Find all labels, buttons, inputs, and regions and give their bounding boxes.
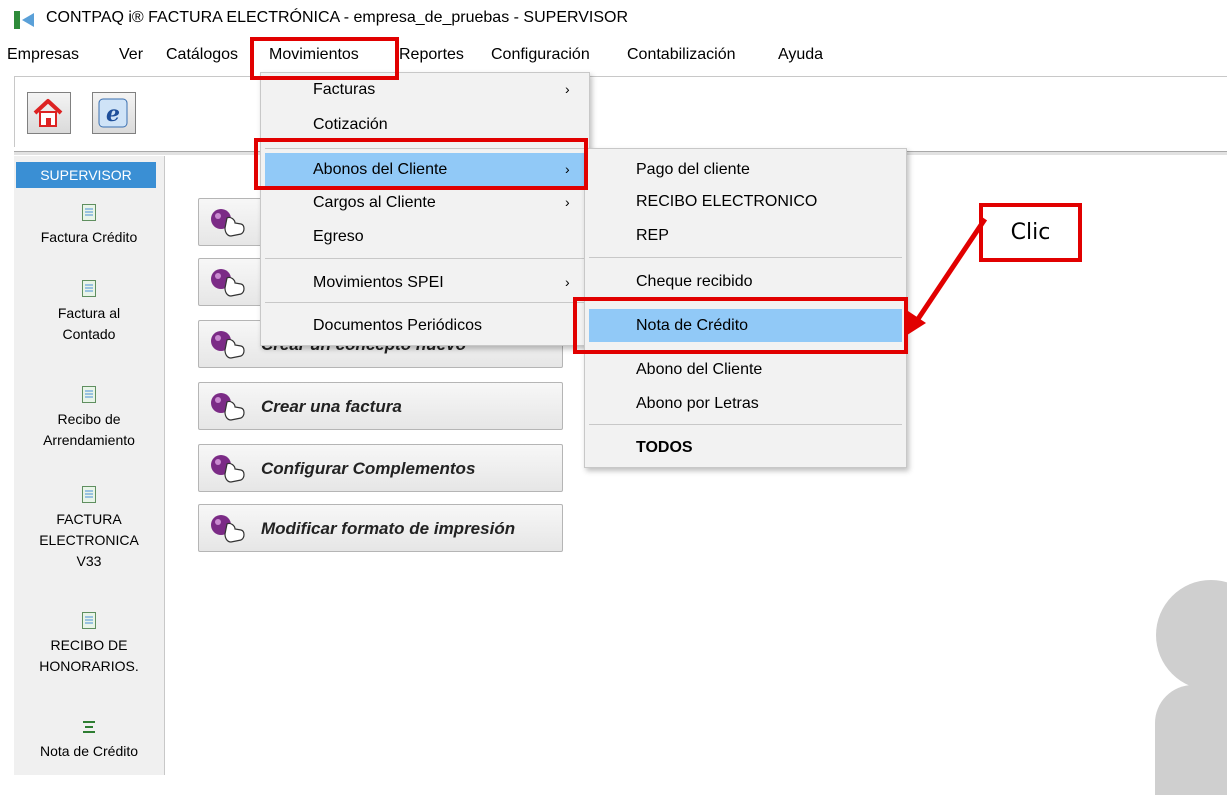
sidebar-item-recibo-honorarios[interactable]: RECIBO DE HONORARIOS. <box>14 612 164 677</box>
menu-bar: Empresas Ver Catálogos Movimientos Repor… <box>0 40 1227 72</box>
menu-contabilizacion[interactable]: Contabilización <box>627 46 736 64</box>
sidebar-item-label: ELECTRONICA <box>39 532 139 548</box>
menu-item-label: RECIBO ELECTRONICO <box>636 193 818 210</box>
svg-text:e: e <box>106 101 120 127</box>
menu-item-label: Documentos Periódicos <box>313 317 482 334</box>
document-icon <box>82 612 96 629</box>
e-icon: e <box>98 98 128 128</box>
menu-separator <box>589 424 902 425</box>
sidebar-item-factura-credito[interactable]: Factura Crédito <box>14 204 164 248</box>
menu-item-egreso[interactable]: Egreso <box>261 220 589 253</box>
annotation-box-nota-credito <box>573 297 908 354</box>
menu-separator <box>265 302 585 303</box>
annotation-box-abonos <box>254 138 588 190</box>
task-label: Configurar Complementos <box>261 459 476 478</box>
e-button[interactable]: e <box>92 92 136 134</box>
menu-ver[interactable]: Ver <box>119 46 143 64</box>
chevron-right-icon: › <box>565 81 570 97</box>
window-title: CONTPAQ i® FACTURA ELECTRÓNICA - empresa… <box>46 9 629 26</box>
menu-item-label: Cargos al Cliente <box>313 194 436 211</box>
sidebar-item-label: Nota de Crédito <box>39 743 139 759</box>
stack-icon <box>83 721 95 733</box>
submenu-item-todos[interactable]: TODOS <box>585 431 906 464</box>
menu-separator <box>265 258 585 259</box>
sidebar-item-label: HONORARIOS. <box>39 658 139 674</box>
sidebar-item-label: Arrendamiento <box>43 432 135 448</box>
hand-pointer-icon <box>211 331 245 359</box>
hand-pointer-icon <box>211 393 245 421</box>
document-icon <box>82 386 96 403</box>
sidebar-item-factura-contado[interactable]: Factura al Contado <box>14 280 164 345</box>
home-icon <box>33 99 63 127</box>
callout-clic: Clic <box>979 203 1082 262</box>
document-icon <box>82 280 96 297</box>
task-label: Crear una factura <box>261 397 402 416</box>
hand-pointer-icon <box>211 515 245 543</box>
menu-item-label: Cotización <box>313 116 388 133</box>
sidebar-item-label: RECIBO DE <box>50 637 128 653</box>
sidebar-item-label: FACTURA <box>56 511 122 527</box>
sidebar-item-nota-credito[interactable]: Nota de Crédito <box>14 718 164 762</box>
menu-item-cargos-cliente[interactable]: Cargos al Cliente › <box>261 186 589 219</box>
task-button-crear-factura[interactable]: Crear una factura <box>198 382 563 430</box>
sidebar-item-label: Factura al <box>57 305 121 321</box>
sidebar-item-label: Factura Crédito <box>40 229 138 245</box>
submenu-item-cheque-recibido[interactable]: Cheque recibido <box>585 265 906 298</box>
sidebar-item-label: Contado <box>62 326 116 342</box>
watermark-figure-body <box>1155 685 1227 795</box>
menu-reportes[interactable]: Reportes <box>399 46 464 64</box>
task-button-modificar-formato[interactable]: Modificar formato de impresión <box>198 504 563 552</box>
task-label: Modificar formato de impresión <box>261 519 516 538</box>
menu-catalogos[interactable]: Catálogos <box>166 46 238 64</box>
chevron-right-icon: › <box>565 274 570 290</box>
menu-ayuda[interactable]: Ayuda <box>778 46 823 64</box>
menu-item-movimientos-spei[interactable]: Movimientos SPEI › <box>261 266 589 299</box>
submenu-item-abono-cliente[interactable]: Abono del Cliente <box>585 353 906 386</box>
sidebar-item-label: Recibo de <box>57 411 121 427</box>
menu-item-label: REP <box>636 227 669 244</box>
menu-item-documentos-periodicos[interactable]: Documentos Periódicos <box>261 309 589 342</box>
chevron-right-icon: › <box>565 194 570 210</box>
submenu-item-abono-letras[interactable]: Abono por Letras <box>585 387 906 420</box>
hand-pointer-icon <box>211 209 245 237</box>
task-button-configurar-complementos[interactable]: Configurar Complementos <box>198 444 563 492</box>
app-logo-icon <box>14 11 34 29</box>
menu-item-label: Abono del Cliente <box>636 361 763 378</box>
menu-item-label: Abono por Letras <box>636 395 759 412</box>
sidebar-item-label: V33 <box>76 553 102 569</box>
annotation-arrow-icon <box>904 217 988 337</box>
submenu-item-pago-cliente[interactable]: Pago del cliente <box>585 153 906 186</box>
menu-item-label: Egreso <box>313 228 364 245</box>
sidebar-item-recibo-arrendamiento[interactable]: Recibo de Arrendamiento <box>14 386 164 451</box>
menu-item-label: Pago del cliente <box>636 161 750 178</box>
menu-item-cotizacion[interactable]: Cotización <box>261 108 589 141</box>
submenu-item-recibo-electronico[interactable]: RECIBO ELECTRONICO <box>585 185 906 218</box>
hand-pointer-icon <box>211 269 245 297</box>
menu-item-label: Cheque recibido <box>636 273 753 290</box>
sidebar: SUPERVISOR Factura Crédito Factura al Co… <box>14 156 165 775</box>
title-bar: CONTPAQ i® FACTURA ELECTRÓNICA - empresa… <box>0 0 1227 36</box>
sidebar-header: SUPERVISOR <box>16 162 156 188</box>
submenu-item-rep[interactable]: REP <box>585 219 906 252</box>
document-icon <box>82 204 96 221</box>
annotation-box-movimientos <box>250 37 399 80</box>
sidebar-item-factura-electronica-v33[interactable]: FACTURA ELECTRONICA V33 <box>14 486 164 572</box>
hand-pointer-icon <box>211 455 245 483</box>
menu-empresas[interactable]: Empresas <box>7 46 79 64</box>
home-button[interactable] <box>27 92 71 134</box>
document-icon <box>82 486 96 503</box>
menu-item-label: Movimientos SPEI <box>313 274 444 291</box>
menu-configuracion[interactable]: Configuración <box>491 46 590 64</box>
movimientos-dropdown: Facturas › Cotización Abonos del Cliente… <box>260 72 590 346</box>
menu-item-label: TODOS <box>636 439 693 456</box>
toolbar: e <box>14 76 1227 147</box>
menu-separator <box>589 257 902 258</box>
